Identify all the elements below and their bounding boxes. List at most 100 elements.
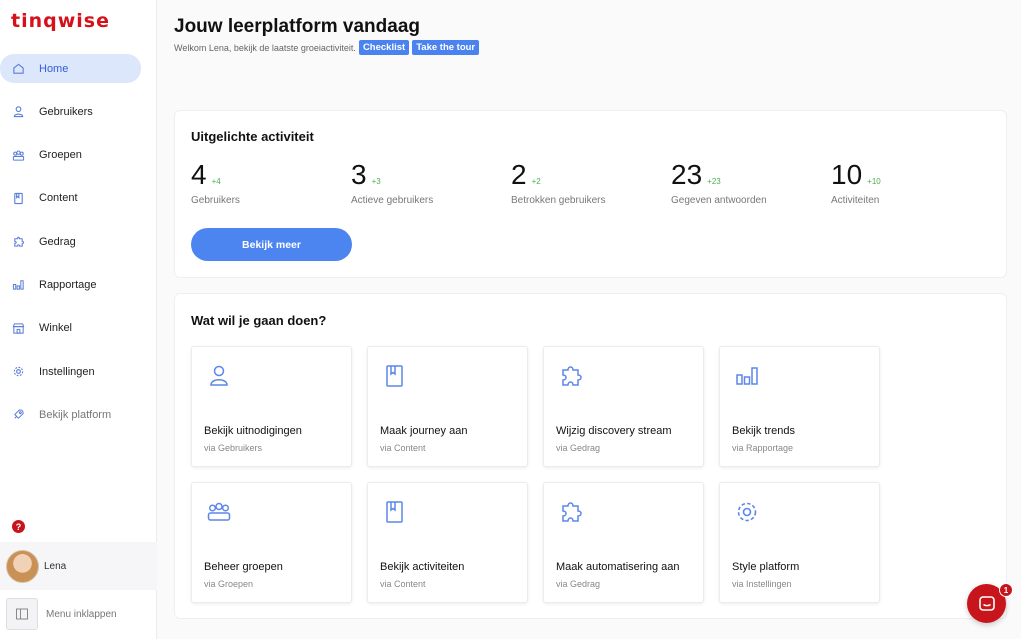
shop-icon — [11, 321, 25, 335]
document-icon — [11, 191, 25, 205]
tile-subtitle: via Rapportage — [732, 443, 794, 453]
stat-gebruikers: 4 +4 Gebruikers — [191, 159, 240, 206]
rocket-icon — [11, 408, 25, 422]
puzzle-icon — [562, 502, 582, 522]
stat-actieve-gebruikers: 3 +3 Actieve gebruikers — [351, 159, 433, 206]
tile-subtitle: via Groepen — [204, 579, 254, 589]
tile-title: Maak journey aan — [380, 425, 468, 437]
bar-chart-icon — [736, 367, 758, 385]
document-icon — [386, 365, 403, 387]
stat-value: 3 — [351, 159, 367, 190]
sidebar-item-bekijk-platform[interactable]: Bekijk platform — [0, 400, 141, 429]
collapse-button[interactable] — [6, 598, 38, 630]
chat-icon — [978, 595, 995, 611]
gear-icon — [737, 502, 757, 522]
stat-delta: +3 — [371, 177, 381, 186]
tile-subtitle: via Gedrag — [556, 579, 601, 589]
sidebar-item-label: Content — [39, 192, 78, 205]
avatar[interactable] — [6, 549, 39, 583]
group-icon — [11, 148, 25, 162]
tile-subtitle: via Content — [380, 443, 426, 453]
tile-subtitle: via Gebruikers — [204, 443, 263, 453]
action-tile-bekijk-uitnodigingen[interactable]: Bekijk uitnodigingen via Gebruikers — [191, 346, 352, 467]
action-tile-bekijk-activiteiten[interactable]: Bekijk activiteiten via Content — [367, 482, 528, 603]
user-name: Lena — [44, 560, 67, 572]
stat-label: Actieve gebruikers — [351, 195, 434, 206]
sidebar-toggle-icon — [16, 608, 28, 620]
sidebar-item-instellingen[interactable]: Instellingen — [0, 357, 141, 386]
sidebar-item-label: Bekijk platform — [39, 408, 112, 421]
group-icon — [207, 502, 231, 521]
tile-subtitle: via Gedrag — [556, 443, 601, 453]
stat-delta: +4 — [211, 177, 221, 186]
featured-activity-card: Uitgelichte activiteit 4 +4 Gebruikers 3 +… — [174, 110, 1007, 278]
stat-delta: +23 — [707, 177, 721, 186]
sidebar-item-label: Winkel — [39, 322, 73, 335]
actions-title: Wat wil je gaan doen? — [191, 313, 327, 328]
tile-title: Wijzig discovery stream — [556, 425, 672, 437]
page-subtitle: Welkom Lena, bekijk de laatste groeiacti… — [174, 40, 480, 55]
sidebar: tinqwise Home Gebruikers Groepen Content… — [0, 0, 157, 639]
sidebar-item-label: Rapportage — [39, 278, 97, 291]
stat-label: Gebruikers — [191, 195, 240, 206]
stat-label: Gegeven antwoorden — [671, 195, 767, 206]
stat-value: 4 — [191, 159, 207, 190]
user-profile[interactable]: Lena — [0, 542, 157, 590]
tile-subtitle: via Content — [380, 579, 426, 589]
sidebar-item-groepen[interactable]: Groepen — [0, 141, 141, 170]
sidebar-item-label: Gedrag — [39, 235, 76, 248]
tile-title: Maak automatisering aan — [556, 561, 680, 573]
action-tile-wijzig-discovery[interactable]: Wijzig discovery stream via Gedrag — [543, 346, 704, 467]
sidebar-item-home[interactable]: Home — [0, 54, 141, 83]
tile-title: Bekijk trends — [732, 425, 795, 437]
sidebar-item-label: Groepen — [39, 149, 82, 162]
tile-subtitle: via Instellingen — [732, 579, 792, 589]
bar-chart-icon — [11, 278, 25, 292]
featured-title: Uitgelichte activiteit — [191, 129, 314, 144]
tile-title: Bekijk activiteiten — [380, 561, 465, 573]
sidebar-item-label: Home — [39, 62, 69, 75]
document-icon — [386, 501, 403, 523]
action-tile-style-platform[interactable]: Style platform via Instellingen — [719, 482, 880, 603]
stat-gegeven-antwoorden: 23 +23 Gegeven antwoorden — [671, 159, 767, 206]
take-tour-button[interactable]: Take the tour — [412, 40, 480, 55]
collapse-menu[interactable]: Menu inklappen — [0, 592, 157, 636]
sidebar-item-winkel[interactable]: Winkel — [0, 314, 141, 343]
brand-logo[interactable]: tinqwise — [11, 10, 110, 32]
subtitle-text: Welkom Lena, bekijk de laatste groeiacti… — [174, 42, 356, 53]
tile-title: Style platform — [732, 561, 800, 573]
stat-label: Activiteiten — [831, 195, 880, 206]
user-icon — [11, 105, 25, 119]
app-root: tinqwise Home Gebruikers Groepen Content… — [0, 0, 1021, 639]
stat-delta: +10 — [867, 177, 881, 186]
view-more-button[interactable]: Bekijk meer — [191, 228, 352, 261]
stat-delta: +2 — [531, 177, 541, 186]
user-icon — [210, 365, 228, 386]
stat-value: 2 — [511, 159, 527, 190]
home-icon — [11, 62, 25, 76]
sidebar-item-content[interactable]: Content — [0, 184, 141, 213]
action-tile-bekijk-trends[interactable]: Bekijk trends via Rapportage — [719, 346, 880, 467]
sidebar-item-gebruikers[interactable]: Gebruikers — [0, 97, 141, 126]
chat-notification-badge: 1 — [999, 583, 1013, 597]
tile-title: Beheer groepen — [204, 561, 283, 573]
puzzle-icon — [11, 235, 25, 249]
action-tile-beheer-groepen[interactable]: Beheer groepen via Groepen — [191, 482, 352, 603]
sidebar-item-label: Gebruikers — [39, 105, 93, 118]
sidebar-item-gedrag[interactable]: Gedrag — [0, 227, 141, 256]
main-content: Jouw leerplatform vandaag Welkom Lena, b… — [157, 0, 1021, 639]
action-tile-maak-automatisering[interactable]: Maak automatisering aan via Gedrag — [543, 482, 704, 603]
stat-value: 10 — [831, 159, 863, 190]
help-badge[interactable]: ? — [12, 520, 25, 533]
page-title: Jouw leerplatform vandaag — [174, 16, 421, 37]
stat-value: 23 — [671, 159, 703, 190]
puzzle-icon — [562, 366, 582, 386]
sidebar-item-rapportage[interactable]: Rapportage — [0, 270, 141, 299]
stat-activiteiten: 10 +10 Activiteiten — [831, 159, 881, 206]
checklist-button[interactable]: Checklist — [358, 40, 410, 55]
sidebar-nav: Home Gebruikers Groepen Content Gedrag R… — [0, 54, 157, 444]
actions-card: Wat wil je gaan doen? Bekijk uitnodiging… — [174, 293, 1007, 619]
tile-title: Bekijk uitnodigingen — [204, 425, 302, 437]
stat-betrokken-gebruikers: 2 +2 Betrokken gebruikers — [511, 159, 606, 206]
action-tile-maak-journey[interactable]: Maak journey aan via Content — [367, 346, 528, 467]
